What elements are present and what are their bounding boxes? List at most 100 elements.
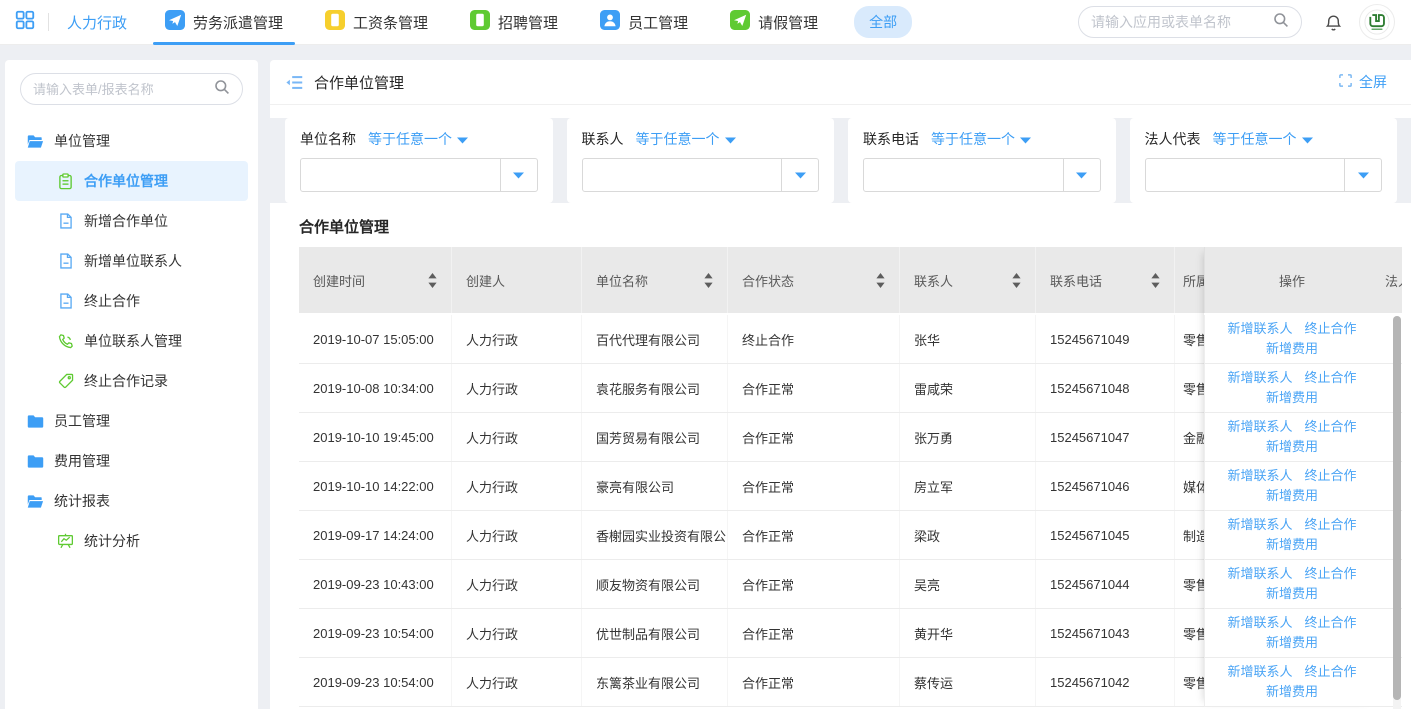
caret-down-icon — [1063, 159, 1100, 191]
add-contact-link[interactable]: 新增联系人 — [1227, 564, 1292, 584]
add-fee-link[interactable]: 新增费用 — [1266, 437, 1318, 457]
terminate-cooperation-link[interactable]: 终止合作 — [1305, 662, 1357, 682]
sort-icon[interactable] — [704, 273, 713, 288]
terminate-cooperation-link[interactable]: 终止合作 — [1305, 564, 1357, 584]
filter-value-select[interactable] — [1145, 158, 1383, 192]
collapse-sidebar-icon[interactable] — [285, 74, 304, 91]
cell-creator: 人力行政 — [452, 364, 582, 412]
add-contact-link[interactable]: 新增联系人 — [1227, 613, 1292, 633]
sidebar-item-label: 新增单位联系人 — [84, 251, 182, 271]
add-fee-link[interactable]: 新增费用 — [1266, 584, 1318, 604]
add-fee-link[interactable]: 新增费用 — [1266, 486, 1318, 506]
caret-down-icon — [457, 131, 468, 147]
filter-operator-dropdown[interactable]: 等于任意一个 — [368, 129, 468, 149]
add-contact-link[interactable]: 新增联系人 — [1227, 515, 1292, 535]
cell-status: 终止合作 — [728, 315, 900, 363]
tab-label: 招聘管理 — [498, 12, 558, 33]
sidebar-item-6[interactable]: 终止合作记录 — [15, 361, 248, 401]
top-tab-2[interactable]: 招聘管理 — [470, 0, 558, 45]
filter-value-select[interactable] — [582, 158, 820, 192]
column-label: 法人代表 — [1385, 271, 1402, 290]
table-scrollbar[interactable] — [1393, 316, 1401, 709]
sidebar-item-8[interactable]: 费用管理 — [15, 441, 248, 481]
cell-status: 合作正常 — [728, 462, 900, 510]
all-apps-badge[interactable]: 全部 — [854, 6, 912, 38]
cell-created_at: 2019-09-17 14:24:00 — [299, 511, 452, 559]
caret-down-icon — [725, 131, 736, 147]
add-contact-link[interactable]: 新增联系人 — [1227, 466, 1292, 486]
terminate-cooperation-link[interactable]: 终止合作 — [1305, 319, 1357, 339]
add-fee-link[interactable]: 新增费用 — [1266, 339, 1318, 359]
cell-creator: 人力行政 — [452, 560, 582, 608]
terminate-cooperation-link[interactable]: 终止合作 — [1305, 417, 1357, 437]
sidebar-item-5[interactable]: 单位联系人管理 — [15, 321, 248, 361]
sort-icon[interactable] — [428, 273, 437, 288]
notification-bell-icon[interactable] — [1324, 13, 1343, 32]
cell-created_at: 2019-09-23 10:54:00 — [299, 658, 452, 706]
column-header-4[interactable]: 联系人 — [900, 247, 1036, 313]
cell-status: 合作正常 — [728, 413, 900, 461]
sidebar-item-4[interactable]: 终止合作 — [15, 281, 248, 321]
global-search-input[interactable] — [1091, 14, 1273, 30]
sidebar-item-3[interactable]: 新增单位联系人 — [15, 241, 248, 281]
sidebar-item-label: 员工管理 — [54, 411, 110, 431]
search-icon[interactable] — [1273, 12, 1289, 33]
scrollbar-thumb[interactable] — [1393, 316, 1401, 700]
cell-created_at: 2019-10-08 10:34:00 — [299, 364, 452, 412]
cell-company: 顺友物资有限公司 — [582, 560, 728, 608]
sort-icon[interactable] — [1151, 273, 1160, 288]
filter-operator-dropdown[interactable]: 等于任意一个 — [1213, 129, 1313, 149]
sidebar-item-label: 单位管理 — [54, 131, 110, 151]
add-fee-link[interactable]: 新增费用 — [1266, 682, 1318, 702]
sidebar-item-7[interactable]: 员工管理 — [15, 401, 248, 441]
sidebar-search-input[interactable] — [33, 82, 214, 97]
top-tab-1[interactable]: 工资条管理 — [325, 0, 428, 45]
filter-operator-dropdown[interactable]: 等于任意一个 — [636, 129, 736, 149]
terminate-cooperation-link[interactable]: 终止合作 — [1305, 613, 1357, 633]
add-fee-link[interactable]: 新增费用 — [1266, 535, 1318, 555]
add-fee-link[interactable]: 新增费用 — [1266, 633, 1318, 653]
add-contact-link[interactable]: 新增联系人 — [1227, 662, 1292, 682]
top-tab-0[interactable]: 劳务派遣管理 — [165, 0, 283, 45]
search-icon[interactable] — [214, 79, 230, 100]
filter-card-0: 单位名称等于任意一个 — [285, 118, 553, 203]
filter-operator-dropdown[interactable]: 等于任意一个 — [931, 129, 1031, 149]
terminate-cooperation-link[interactable]: 终止合作 — [1305, 368, 1357, 388]
sidebar-item-1[interactable]: 合作单位管理 — [15, 161, 248, 201]
sidebar-item-label: 终止合作 — [84, 291, 140, 311]
workspace-name[interactable]: 人力行政 — [67, 12, 127, 33]
column-header-3[interactable]: 合作状态 — [728, 247, 900, 313]
sidebar-item-0[interactable]: 单位管理 — [15, 121, 248, 161]
fullscreen-button[interactable]: 全屏 — [1338, 72, 1387, 92]
apps-grid-icon[interactable] — [14, 9, 36, 36]
action-column-header: 操作 — [1204, 247, 1379, 313]
column-label: 联系人 — [914, 271, 953, 290]
sidebar-item-2[interactable]: 新增合作单位 — [15, 201, 248, 241]
add-contact-link[interactable]: 新增联系人 — [1227, 417, 1292, 437]
add-contact-link[interactable]: 新增联系人 — [1227, 319, 1292, 339]
column-header-2[interactable]: 单位名称 — [582, 247, 728, 313]
column-header-5[interactable]: 联系电话 — [1036, 247, 1175, 313]
avatar[interactable] — [1359, 4, 1395, 40]
folder-open-icon — [27, 134, 44, 149]
add-contact-link[interactable]: 新增联系人 — [1227, 368, 1292, 388]
sidebar-item-10[interactable]: 统计分析 — [15, 521, 248, 561]
sort-icon[interactable] — [1012, 273, 1021, 288]
column-header-0[interactable]: 创建时间 — [299, 247, 452, 313]
top-tab-4[interactable]: 请假管理 — [730, 0, 818, 45]
top-tab-3[interactable]: 员工管理 — [600, 0, 688, 45]
filter-value-select[interactable] — [863, 158, 1101, 192]
cell-contact: 黄开华 — [900, 609, 1036, 657]
add-fee-link[interactable]: 新增费用 — [1266, 388, 1318, 408]
clipboard-icon — [57, 173, 74, 190]
cell-contact: 蔡传运 — [900, 658, 1036, 706]
terminate-cooperation-link[interactable]: 终止合作 — [1305, 515, 1357, 535]
row-actions: 新增联系人终止合作新增费用 — [1204, 315, 1379, 364]
sort-icon[interactable] — [876, 273, 885, 288]
sidebar: 单位管理合作单位管理新增合作单位新增单位联系人终止合作单位联系人管理终止合作记录… — [5, 60, 258, 709]
filter-value-select[interactable] — [300, 158, 538, 192]
cell-phone: 15245671049 — [1036, 315, 1175, 363]
sidebar-item-9[interactable]: 统计报表 — [15, 481, 248, 521]
cell-creator: 人力行政 — [452, 462, 582, 510]
terminate-cooperation-link[interactable]: 终止合作 — [1305, 466, 1357, 486]
